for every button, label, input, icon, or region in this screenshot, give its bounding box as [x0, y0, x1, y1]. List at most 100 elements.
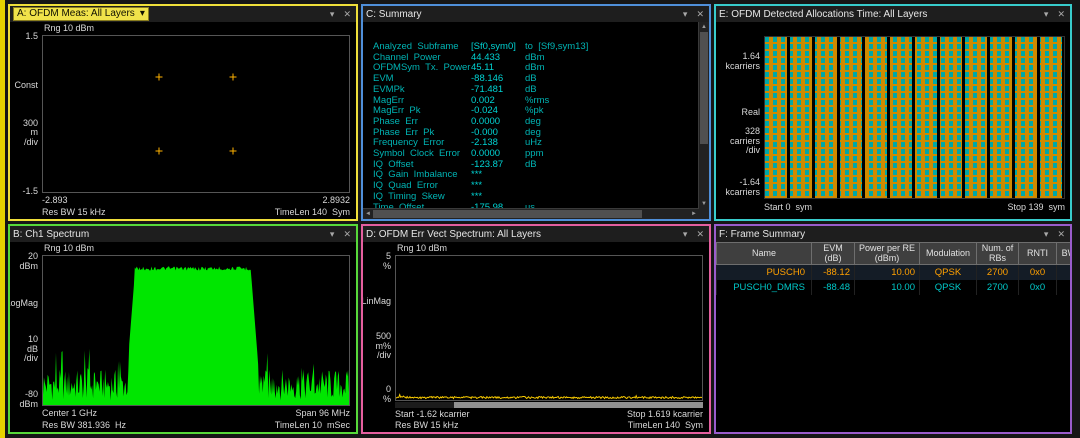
column-header-rbs[interactable]: Num. of RBs — [976, 242, 1019, 265]
panel-c-collapse-icon[interactable]: ▾ — [683, 6, 688, 22]
x-stop-label: Stop 139 sym — [1007, 202, 1065, 212]
cell-bwp: 0 — [1056, 264, 1070, 280]
sum-unit — [525, 181, 697, 192]
panel-a-title-dropdown[interactable]: A: OFDM Meas: All Layers ▾ — [13, 7, 149, 21]
column-header-name[interactable]: Name — [716, 242, 812, 265]
y-axis-name: LinMag — [363, 296, 391, 307]
y-max-label: 1.5 — [25, 31, 38, 41]
panel-c-close-icon[interactable]: ✕ — [696, 6, 704, 22]
panel-ch1-spectrum: B: Ch1 Spectrum ▾ ✕ Rng 10 dBm 20 dBm Lo… — [8, 224, 358, 434]
cell-name: PUSCH0 — [716, 264, 812, 280]
dropdown-caret-icon: ▾ — [139, 8, 145, 19]
panel-e-title: E: OFDM Detected Allocations Time: All L… — [719, 8, 928, 20]
constellation-point — [155, 73, 163, 81]
panel-f-close-icon[interactable]: ✕ — [1057, 226, 1065, 242]
y-scale-per-div: 328 carriers /div — [729, 126, 760, 156]
resbw-label: Res BW 381.936 Hz — [42, 420, 127, 430]
x-start-label: Start 0 sym — [764, 202, 813, 212]
resbw-label: Res BW 15 kHz — [395, 420, 459, 430]
panel-summary: C: Summary ▾ ✕ Analyzed Subframe [Sf0,sym… — [361, 4, 711, 221]
panel-f-titlebar[interactable]: F: Frame Summary ▾ ✕ — [716, 226, 1070, 242]
y-min-label: 0 % — [382, 384, 391, 404]
sum-unit — [525, 192, 697, 203]
y-min-label: -1.5 — [22, 185, 38, 196]
scroll-up-icon[interactable]: ▲ — [699, 22, 709, 32]
sum-unit: ppm — [525, 148, 544, 160]
column-header-evm[interactable]: EVM (dB) — [811, 242, 855, 265]
horizontal-scroll-thumb[interactable] — [373, 210, 642, 218]
column-header-mod[interactable]: Modulation — [919, 242, 977, 265]
constellation-point — [155, 147, 163, 155]
sum-unit: %rms — [525, 94, 550, 106]
footer-values: Res BW 15 kHz TimeLen 140 Sym — [395, 420, 703, 430]
panel-d-close-icon[interactable]: ✕ — [696, 226, 704, 242]
allocation-map[interactable] — [764, 36, 1065, 199]
timelen-label: TimeLen 140 Sym — [627, 420, 703, 430]
vertical-scrollbar[interactable]: ▲ ▼ — [698, 22, 709, 209]
scroll-down-icon[interactable]: ▼ — [699, 199, 709, 209]
summary-row: IQ Timing Skew *** — [373, 190, 697, 203]
panel-c-title: C: Summary — [366, 8, 422, 20]
x-min-label: -2.893 — [42, 195, 68, 205]
panel-b-titlebar[interactable]: B: Ch1 Spectrum ▾ ✕ — [10, 226, 356, 242]
panel-a-collapse-icon[interactable]: ▾ — [330, 6, 335, 22]
panel-f-content: Name EVM (dB) Power per RE (dBm) Modulation… — [716, 242, 1070, 432]
timelen-label: TimeLen 10 mSec — [274, 420, 350, 430]
cell-mod: QPSK — [919, 280, 977, 295]
cell-name: PUSCH0_DMRS — [716, 280, 812, 295]
panel-a-controls: ▾ ✕ — [330, 6, 351, 22]
constellation-point — [229, 73, 237, 81]
summary-rows: Analyzed Subframe [Sf0,sym0] to [Sf9,sym13… — [373, 42, 697, 219]
y-axis-labels: 1.5 Const 300 m /div -1.5 — [10, 31, 42, 195]
evm-spectrum-plot[interactable] — [395, 255, 703, 401]
frame-summary-table: Name EVM (dB) Power per RE (dBm) Modulation… — [716, 242, 1070, 295]
sum-label: EVMPk — [373, 83, 405, 95]
y-axis-labels: 5 % LinMag 500 m% /div 0 % — [363, 251, 395, 404]
sum-unit: to [Sf9,sym13] — [525, 42, 589, 52]
y-scale-per-div: 500 m% /div — [375, 331, 392, 361]
panel-e-titlebar[interactable]: E: OFDM Detected Allocations Time: All L… — [716, 6, 1070, 22]
panel-f-collapse-icon[interactable]: ▾ — [1044, 226, 1049, 242]
panel-d-titlebar[interactable]: D: OFDM Err Vect Spectrum: All Layers ▾ … — [363, 226, 709, 242]
x-max-label: 2.8932 — [322, 195, 350, 205]
panel-e-content: 1.64 kcarriers Real 328 carriers /div -1… — [716, 22, 1070, 219]
sum-label: IQ Timing Skew — [373, 190, 445, 202]
cell-rbs: 2700 — [976, 264, 1019, 280]
horizontal-scrollbar[interactable]: ◄ ► — [363, 208, 699, 219]
y-axis-name: LogMag — [10, 297, 38, 308]
sum-value: -71.481 — [471, 83, 504, 95]
panel-a-titlebar[interactable]: A: OFDM Meas: All Layers ▾ ▾ ✕ — [10, 6, 356, 22]
y-min-label: -80 dBm — [19, 389, 38, 409]
frame-summary-row[interactable]: PUSCH0_DMRS-88.4810.00QPSK27000x00 — [716, 280, 1070, 295]
panel-frame-summary: F: Frame Summary ▾ ✕ Name EVM (dB) Power p… — [714, 224, 1072, 434]
panel-b-close-icon[interactable]: ✕ — [343, 226, 351, 242]
x-axis-values: Start 0 sym Stop 139 sym — [764, 202, 1065, 212]
ch1-spectrum-plot[interactable] — [42, 255, 350, 406]
cell-evm: -88.12 — [811, 264, 855, 280]
panel-e-close-icon[interactable]: ✕ — [1057, 6, 1065, 22]
footer-values: Res BW 381.936 Hz TimeLen 10 mSec — [42, 420, 350, 430]
y-axis-name: Real — [741, 106, 760, 117]
panel-b-controls: ▾ ✕ — [330, 226, 351, 242]
evm-horizontal-scrollbar[interactable] — [395, 402, 703, 408]
constellation-plot[interactable] — [42, 35, 350, 193]
spectrum-trace — [43, 266, 349, 405]
x-stop-label: Stop 1.619 kcarrier — [626, 409, 703, 419]
panel-a-close-icon[interactable]: ✕ — [343, 6, 351, 22]
frame-summary-row[interactable]: PUSCH0-88.1210.00QPSK27000x00 — [716, 264, 1070, 280]
panel-b-collapse-icon[interactable]: ▾ — [330, 226, 335, 242]
panel-c-titlebar[interactable]: C: Summary ▾ ✕ — [363, 6, 709, 22]
panel-f-title: F: Frame Summary — [719, 228, 806, 240]
cell-power: 10.00 — [854, 264, 920, 280]
column-header-power[interactable]: Power per RE (dBm) — [854, 242, 920, 265]
scroll-left-icon[interactable]: ◄ — [363, 209, 373, 219]
column-header-bwp[interactable]: BWP ID — [1056, 242, 1070, 265]
column-header-rnti[interactable]: RNTI — [1018, 242, 1057, 265]
vertical-scroll-thumb[interactable] — [700, 32, 708, 145]
panel-e-collapse-icon[interactable]: ▾ — [1044, 6, 1049, 22]
scroll-right-icon[interactable]: ► — [689, 209, 699, 219]
cell-rnti: 0x0 — [1018, 280, 1057, 295]
sum-unit: deg — [525, 115, 541, 127]
panel-d-collapse-icon[interactable]: ▾ — [683, 226, 688, 242]
evm-scroll-thumb[interactable] — [453, 402, 703, 408]
